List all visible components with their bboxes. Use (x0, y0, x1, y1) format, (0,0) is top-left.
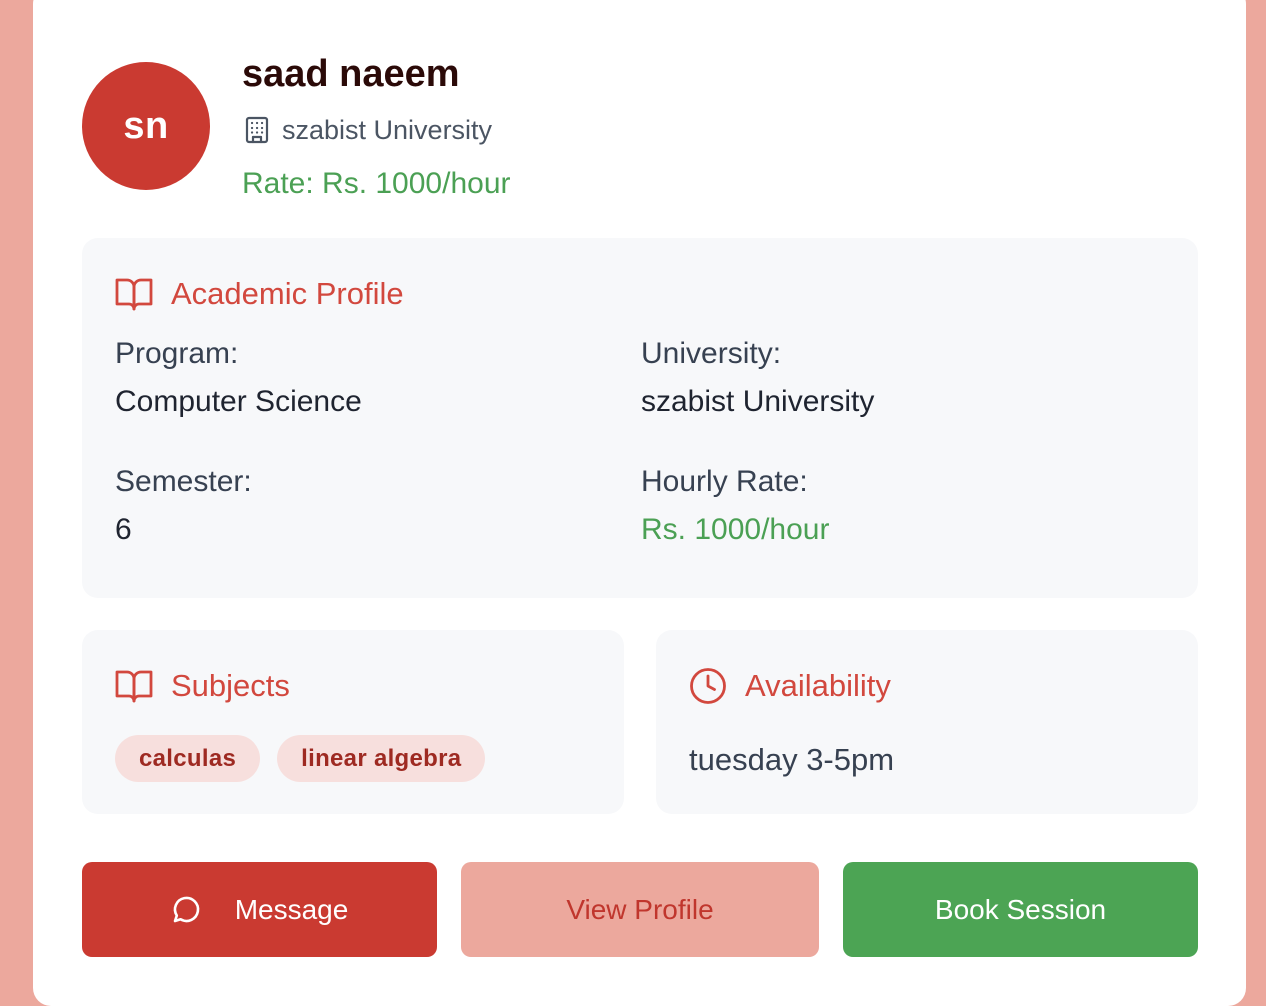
university-row: szabist University (244, 113, 492, 147)
program-field: Program: Computer Science (115, 336, 362, 420)
avatar: sn (82, 62, 210, 190)
book-session-button-label: Book Session (934, 893, 1107, 925)
subjects-panel: Subjects calculas linear algebra (82, 630, 624, 814)
book-session-button[interactable]: Book Session (843, 862, 1198, 957)
message-button[interactable]: Message (82, 862, 437, 957)
view-profile-button[interactable]: View Profile (461, 862, 819, 957)
subjects-title: Subjects (171, 668, 290, 703)
availability-panel: Availability tuesday 3-5pm (656, 630, 1198, 814)
message-button-label: Message (234, 893, 349, 925)
message-circle-icon (171, 895, 201, 925)
subject-chips: calculas linear algebra (115, 735, 486, 782)
semester-field: Semester: 6 (115, 464, 252, 548)
book-open-icon (115, 669, 153, 703)
subjects-header: Subjects (115, 666, 290, 706)
academic-profile-title: Academic Profile (171, 276, 404, 311)
tutor-card: sn saad naeem szabist University Rate: R… (33, 0, 1246, 1006)
academic-profile-header: Academic Profile (115, 274, 404, 314)
rate-text: Rate: Rs. 1000/hour (242, 167, 511, 200)
university-field: University: szabist University (641, 336, 874, 420)
hourly-rate-field: Hourly Rate: Rs. 1000/hour (641, 464, 829, 548)
academic-profile-panel: Academic Profile Program: Computer Scien… (82, 238, 1198, 598)
clock-icon (689, 667, 727, 705)
avatar-initials: sn (123, 104, 169, 147)
university-text: szabist University (282, 115, 493, 145)
tutor-name: saad naeem (242, 53, 460, 95)
availability-title: Availability (745, 668, 891, 703)
book-open-icon (115, 277, 153, 311)
availability-header: Availability (689, 666, 891, 706)
building-icon (244, 116, 270, 144)
availability-text: tuesday 3-5pm (689, 742, 895, 777)
semester-value: 6 (115, 513, 132, 546)
university-value: szabist University (641, 385, 875, 418)
hourly-rate-value: Rs. 1000/hour (641, 513, 830, 546)
hourly-rate-label: Hourly Rate: (641, 465, 808, 498)
subject-chip: linear algebra (277, 735, 486, 782)
program-label: Program: (115, 337, 239, 370)
semester-label: Semester: (115, 465, 252, 498)
subject-chip: calculas (115, 735, 261, 782)
view-profile-button-label: View Profile (566, 893, 714, 925)
program-value: Computer Science (115, 385, 362, 418)
university-label: University: (641, 337, 782, 370)
